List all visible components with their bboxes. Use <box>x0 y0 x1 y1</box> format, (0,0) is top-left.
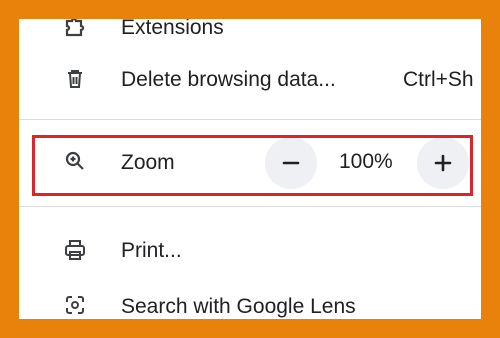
printer-icon <box>63 238 87 262</box>
zoom-highlight-box <box>32 135 473 196</box>
menu-item-label: Search with Google Lens <box>121 295 356 318</box>
google-lens-icon <box>63 293 87 317</box>
shortcut-label: Ctrl+Sh <box>403 68 474 91</box>
menu-item-label: Delete browsing data... <box>121 68 336 91</box>
menu-divider <box>19 119 481 120</box>
menu-item-google-lens[interactable]: Search with Google Lens <box>19 281 481 319</box>
menu-item-delete-browsing-data[interactable]: Delete browsing data... Ctrl+Sh <box>19 53 481 105</box>
menu-item-extensions[interactable]: Extensions <box>19 19 481 53</box>
browser-menu: Extensions Delete browsing data... Ctrl+… <box>19 19 481 319</box>
menu-item-label: Extensions <box>121 19 224 39</box>
puzzle-icon <box>63 19 87 39</box>
menu-item-print[interactable]: Print... <box>19 225 481 277</box>
menu-divider <box>19 206 481 207</box>
trash-icon <box>63 67 87 91</box>
menu-item-label: Print... <box>121 239 182 262</box>
